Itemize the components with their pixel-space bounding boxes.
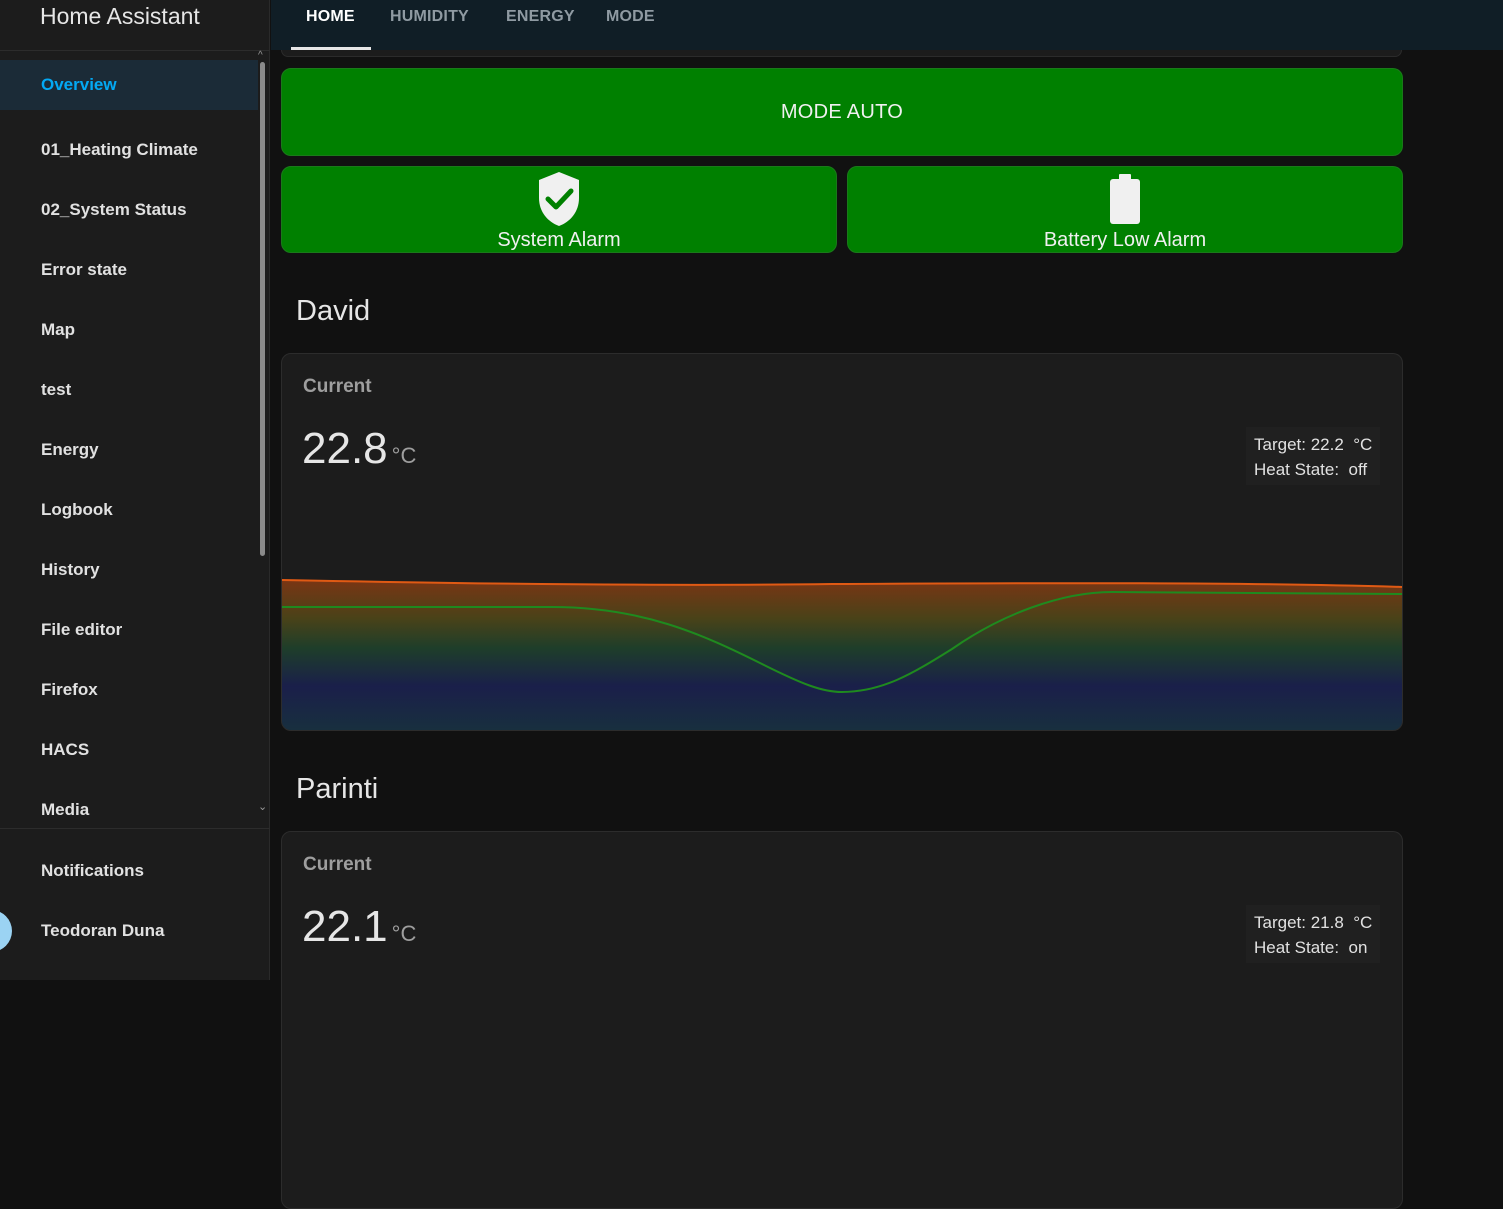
sidebar-scrollbar[interactable] [260, 62, 265, 556]
mode-auto-button[interactable]: MODE AUTO [281, 68, 1403, 156]
notifications-button[interactable]: Notifications [41, 861, 144, 881]
sidebar-item-label: Map [41, 320, 75, 339]
sidebar-item-label: Energy [41, 440, 99, 459]
sidebar-item-energy[interactable]: Energy [0, 420, 258, 480]
sidebar-item-label: File editor [41, 620, 123, 639]
current-label: Current [303, 854, 372, 875]
sidebar-item-error-state[interactable]: Error state [0, 240, 258, 300]
target-info: Target: 22.2 °C Heat State: off [1246, 427, 1380, 485]
sidebar-item-system-status[interactable]: 02_System Status [0, 180, 258, 240]
card-edge [281, 50, 1402, 57]
tab-home[interactable]: HOME [306, 8, 355, 26]
section-title-parinti: Parinti [296, 773, 379, 805]
sidebar-item-label: Overview [41, 75, 117, 94]
temperature-value: 22.8 [302, 424, 388, 473]
sidebar-item-label: 02_System Status [41, 200, 187, 219]
temperature-value: 22.1 [302, 902, 388, 951]
avatar[interactable] [0, 910, 12, 952]
sidebar-item-history[interactable]: History [0, 540, 258, 600]
tab-humidity[interactable]: HUMIDITY [390, 8, 469, 26]
mode-button-label: MODE AUTO [780, 100, 904, 123]
sidebar-item-media[interactable]: Media [0, 780, 258, 828]
sidebar-item-map[interactable]: Map [0, 300, 258, 360]
temperature-history-graph [282, 579, 1402, 730]
battery-icon [1108, 170, 1142, 231]
temperature-unit: °C [391, 921, 417, 946]
tab-energy[interactable]: ENERGY [506, 8, 575, 26]
scroll-up-icon[interactable]: ^ [258, 50, 263, 61]
current-label: Current [303, 376, 372, 397]
thermostat-card-david[interactable]: Current 22.8 °C Target: 22.2 °C Heat Stat… [281, 353, 1403, 731]
sidebar-item-label: test [41, 380, 72, 399]
sidebar-item-label: Media [41, 800, 90, 819]
system-alarm-button[interactable]: System Alarm [281, 166, 837, 253]
sidebar-item-label: Firefox [41, 680, 98, 699]
target-temperature: Target: 21.8 °C [1254, 913, 1373, 932]
heat-state: Heat State: off [1254, 460, 1368, 479]
sidebar-item-label: Logbook [41, 500, 113, 519]
sidebar-item-logbook[interactable]: Logbook [0, 480, 258, 540]
sidebar-divider [0, 828, 270, 829]
sidebar-item-heating-climate[interactable]: 01_Heating Climate [0, 120, 258, 180]
system-alarm-label: System Alarm [497, 229, 621, 251]
sidebar-item-label: 01_Heating Climate [41, 140, 198, 159]
sidebar-item-label: Error state [41, 260, 127, 279]
temperature-unit: °C [391, 443, 417, 468]
current-temperature: 22.1 °C [302, 902, 416, 952]
section-title-david: David [296, 295, 371, 327]
heat-state: Heat State: on [1254, 938, 1368, 957]
sidebar-item-overview[interactable]: Overview [0, 60, 258, 110]
thermostat-card-parinti[interactable]: Current 22.1 °C Target: 21.8 °C Heat Stat… [281, 831, 1403, 1209]
user-profile-button[interactable]: Teodoran Duna [41, 921, 164, 941]
target-info: Target: 21.8 °C Heat State: on [1246, 905, 1380, 963]
sidebar-nav: Overview 01_Heating Climate 02_System St… [0, 60, 258, 828]
sidebar: Home Assistant ^ Overview 01_Heating Cli… [0, 0, 270, 980]
current-temperature: 22.8 °C [302, 424, 416, 474]
sidebar-item-label: HACS [41, 740, 90, 759]
battery-low-alarm-button[interactable]: Battery Low Alarm [847, 166, 1403, 253]
sidebar-item-label: History [41, 560, 100, 579]
sidebar-item-file-editor[interactable]: File editor [0, 600, 258, 660]
sidebar-item-firefox[interactable]: Firefox [0, 660, 258, 720]
sidebar-item-hacs[interactable]: HACS [0, 720, 258, 780]
tab-mode[interactable]: MODE [606, 8, 655, 26]
scroll-down-icon[interactable]: ⌄ [258, 800, 267, 813]
sidebar-item-test[interactable]: test [0, 360, 258, 420]
target-temperature: Target: 22.2 °C [1254, 435, 1373, 454]
app-title: Home Assistant [40, 3, 200, 29]
battery-alarm-label: Battery Low Alarm [1043, 229, 1207, 251]
shield-check-icon [535, 170, 583, 233]
sidebar-divider [0, 50, 270, 51]
